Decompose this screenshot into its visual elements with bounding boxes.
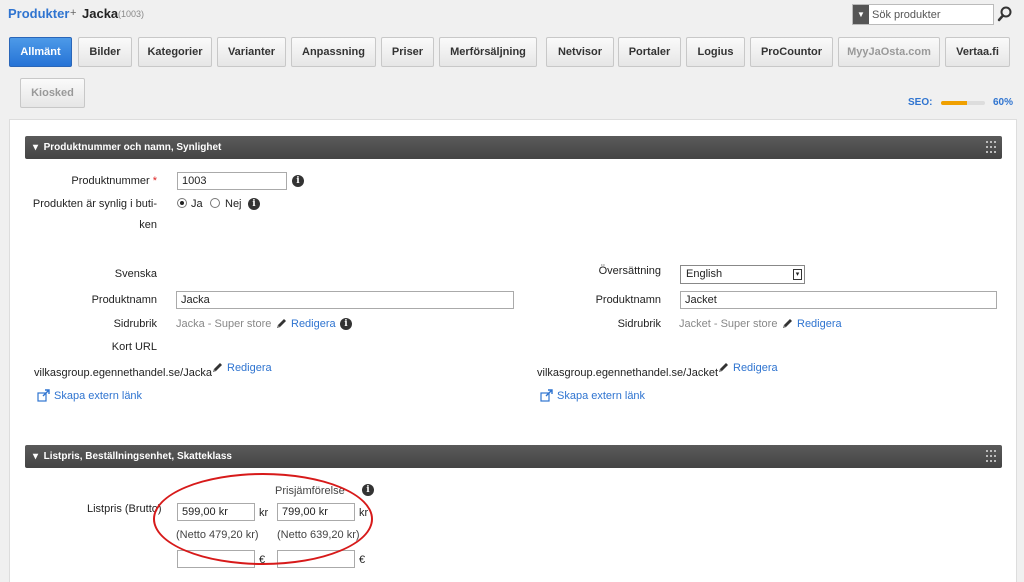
tab-bilder[interactable]: Bilder	[78, 37, 132, 67]
tab-procountor[interactable]: ProCountor	[750, 37, 833, 67]
tab-kategorier[interactable]: Kategorier	[138, 37, 212, 67]
list-price-label: Listpris (Brutto)	[87, 503, 162, 515]
section-title: Listpris, Beställningsenhet, Skatteklass	[43, 451, 232, 462]
translated-url-value: vilkasgroup.egennethandel.se/Jacket	[537, 367, 719, 379]
edit-url-link[interactable]: Redigera	[227, 362, 272, 374]
tab-varianter[interactable]: Varianter	[217, 37, 286, 67]
page-title: Jacka	[82, 6, 119, 21]
url-value: vilkasgroup.egennethandel.se/Jacka	[34, 367, 212, 379]
chevron-down-icon: ▾	[793, 269, 802, 280]
tab-portaler[interactable]: Portaler	[618, 37, 681, 67]
product-number-input[interactable]: 1003	[177, 172, 287, 190]
language-label: Svenska	[114, 268, 157, 280]
info-icon[interactable]: i	[292, 175, 304, 187]
section-header-product-number[interactable]: ▾ Produktnummer och namn, Synlighet	[25, 136, 1002, 159]
subheading-label: Sidrubrik	[113, 318, 157, 330]
translated-subheading-label: Sidrubrik	[617, 318, 661, 330]
tab-kiosked[interactable]: Kiosked	[20, 78, 85, 108]
search-box: ▼	[852, 4, 994, 25]
collapse-triangle-icon: ▾	[33, 451, 39, 462]
translation-selected: English	[686, 268, 723, 280]
tab-netvisor[interactable]: Netvisor	[546, 37, 614, 67]
seo-value: 60%	[993, 97, 1014, 108]
short-url-label: Kort URL	[111, 341, 157, 353]
visibility-label-1: Produkten är synlig i buti-	[32, 198, 157, 210]
edit-translated-url-link[interactable]: Redigera	[733, 362, 778, 374]
tab-vertaa[interactable]: Vertaa.fi	[945, 37, 1010, 67]
visibility-label-2: ken	[139, 219, 157, 231]
translation-select[interactable]: English ▾	[680, 265, 805, 284]
info-icon[interactable]: i	[340, 318, 352, 330]
edit-subheading-link[interactable]: Redigera	[291, 318, 336, 330]
euro-symbol: €	[359, 554, 366, 566]
translated-subheading-value: Jacket - Super store	[679, 318, 778, 330]
pencil-icon[interactable]	[211, 361, 224, 374]
pencil-icon[interactable]	[717, 361, 730, 374]
create-translated-external-link[interactable]: Skapa extern länk	[557, 390, 645, 402]
create-external-link[interactable]: Skapa extern länk	[54, 390, 142, 402]
tab-allmant[interactable]: Allmänt	[9, 37, 72, 67]
info-icon[interactable]: i	[362, 484, 374, 496]
pencil-icon[interactable]	[275, 317, 288, 330]
subheading-value: Jacka - Super store	[176, 318, 272, 330]
translated-name-input[interactable]: Jacket	[680, 291, 997, 309]
product-number-label: Produktnummer *	[71, 175, 157, 187]
grip-icon[interactable]	[986, 141, 996, 153]
seo-progress-bar	[941, 101, 985, 105]
breadcrumb-root-link[interactable]: Produkter	[8, 6, 69, 21]
highlight-ellipse	[153, 473, 373, 565]
product-name-input[interactable]: Jacka	[176, 291, 514, 309]
tab-anpassning[interactable]: Anpassning	[291, 37, 376, 67]
tab-myyjaosta[interactable]: MyyJaOsta.com	[838, 37, 940, 67]
product-name-label: Produktnamn	[91, 294, 157, 306]
required-mark: *	[152, 175, 157, 187]
tab-priser[interactable]: Priser	[381, 37, 434, 67]
collapse-triangle-icon: ▾	[33, 142, 39, 153]
visible-no-label: Nej	[225, 198, 242, 210]
visible-no-radio[interactable]	[210, 198, 220, 208]
tab-merforsaljning[interactable]: Merförsäljning	[439, 37, 537, 67]
search-icon[interactable]	[996, 5, 1014, 23]
edit-translated-subheading-link[interactable]: Redigera	[797, 318, 842, 330]
translated-name-label: Produktnamn	[595, 294, 661, 306]
visible-yes-label: Ja	[191, 198, 203, 210]
info-icon[interactable]: i	[248, 198, 260, 210]
external-link-icon[interactable]	[37, 389, 51, 402]
seo-label: SEO:	[908, 97, 933, 108]
seo-progress-fill	[941, 101, 968, 105]
pencil-icon[interactable]	[781, 317, 794, 330]
grip-icon[interactable]	[986, 450, 996, 462]
translation-label: Översättning	[598, 265, 661, 277]
section-header-list-price[interactable]: ▾ Listpris, Beställningsenhet, Skattekla…	[25, 445, 1002, 468]
external-link-icon[interactable]	[540, 389, 554, 402]
search-input[interactable]	[870, 5, 992, 24]
visible-yes-radio[interactable]	[177, 198, 187, 208]
breadcrumb-separator: +	[70, 7, 77, 19]
section-title: Produktnummer och namn, Synlighet	[43, 142, 222, 153]
tab-logius[interactable]: Logius	[686, 37, 745, 67]
product-id-label: (1003)	[118, 9, 145, 19]
search-dropdown-icon[interactable]: ▼	[853, 5, 869, 24]
